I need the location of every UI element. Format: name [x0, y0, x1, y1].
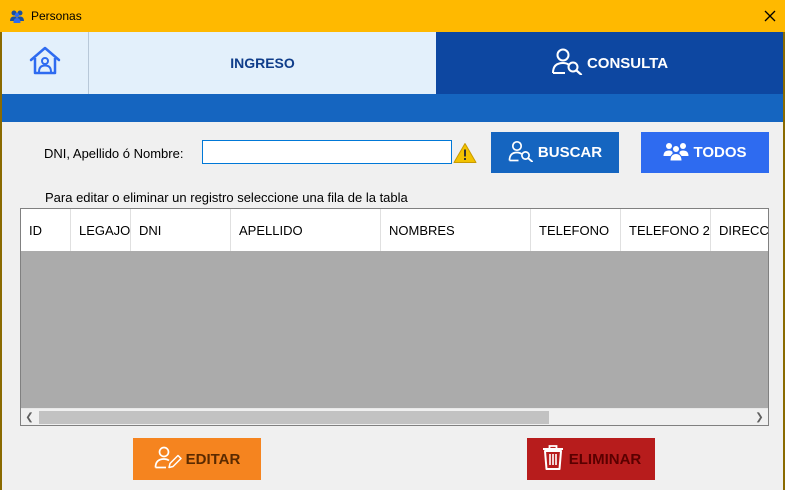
table-header: ID LEGAJO DNI APELLIDO NOMBRES TELEFONO … [21, 209, 768, 251]
column-header-legajo[interactable]: LEGAJO [71, 209, 131, 251]
user-search-icon [551, 47, 587, 79]
tab-consulta-label: CONSULTA [586, 54, 669, 72]
tab-consulta[interactable]: CONSULTA [436, 32, 783, 94]
results-table[interactable]: ID LEGAJO DNI APELLIDO NOMBRES TELEFONO … [20, 208, 769, 426]
editar-button[interactable]: EDITAR [133, 438, 261, 480]
nav-bar: INGRESO CONSULTA [2, 32, 783, 94]
window-title: Personas [31, 9, 82, 23]
buscar-button[interactable]: BUSCAR [491, 132, 619, 173]
table-hint: Para editar o eliminar un registro selec… [45, 190, 408, 205]
home-button[interactable] [2, 32, 89, 94]
trash-icon [541, 444, 569, 474]
horizontal-scrollbar[interactable]: ❮ ❯ [21, 408, 768, 425]
people-icon [9, 8, 25, 24]
user-search-icon [508, 140, 538, 166]
column-header-apellido[interactable]: APELLIDO [231, 209, 381, 251]
eliminar-label: ELIMINAR [568, 450, 642, 468]
warning-icon [453, 142, 477, 164]
column-header-id[interactable]: ID [21, 209, 71, 251]
scrollbar-thumb[interactable] [39, 411, 549, 424]
column-header-telefono[interactable]: TELEFONO [531, 209, 621, 251]
eliminar-button[interactable]: ELIMINAR [527, 438, 655, 480]
scroll-right-icon[interactable]: ❯ [751, 409, 768, 425]
editar-label: EDITAR [185, 450, 241, 468]
column-header-direccion[interactable]: DIRECCION [711, 209, 768, 251]
column-header-nombres[interactable]: NOMBRES [381, 209, 531, 251]
group-icon [663, 140, 693, 166]
search-input[interactable] [202, 140, 452, 164]
tab-ingreso[interactable]: INGRESO [89, 32, 436, 94]
close-icon[interactable] [758, 5, 782, 27]
column-header-telefono-2[interactable]: TELEFONO 2 [621, 209, 711, 251]
column-header-dni[interactable]: DNI [131, 209, 231, 251]
scroll-left-icon[interactable]: ❮ [21, 409, 38, 425]
buscar-label: BUSCAR [537, 144, 603, 161]
user-edit-icon [154, 445, 186, 473]
search-label: DNI, Apellido ó Nombre: [44, 146, 184, 161]
title-bar: Personas [0, 0, 785, 32]
tab-ingreso-label: INGRESO [230, 55, 295, 71]
todos-button[interactable]: TODOS [641, 132, 769, 173]
home-icon [28, 46, 62, 81]
header-strip [2, 94, 783, 122]
todos-label: TODOS [693, 144, 747, 161]
